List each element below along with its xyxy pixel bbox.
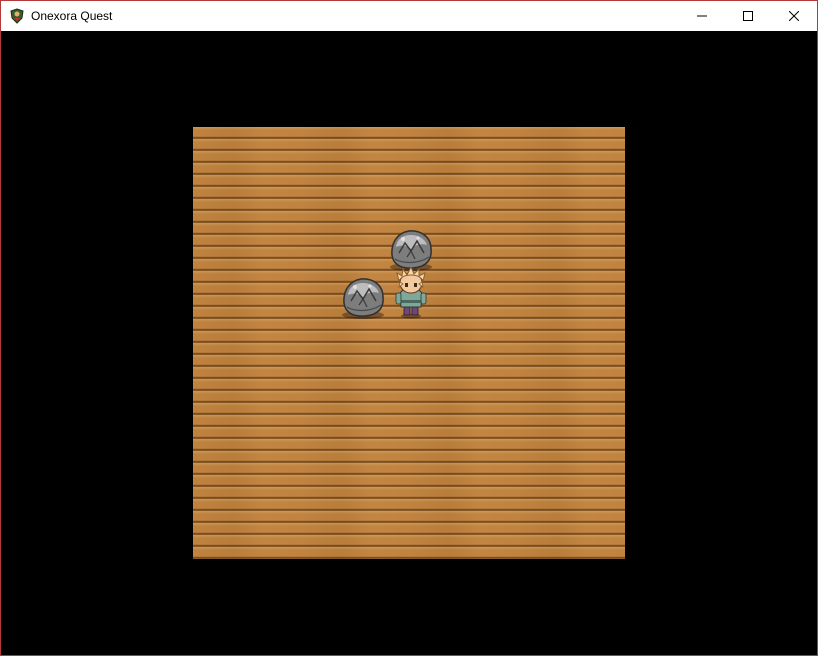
app-icon bbox=[9, 8, 25, 24]
close-button[interactable] bbox=[771, 1, 817, 31]
minimize-icon bbox=[697, 15, 707, 17]
boulder-icon[interactable] bbox=[339, 273, 387, 321]
minimize-button[interactable] bbox=[679, 1, 725, 31]
boulder-icon[interactable] bbox=[387, 225, 435, 273]
maximize-icon bbox=[743, 11, 753, 21]
game-window: Onexora Quest bbox=[0, 0, 818, 656]
wooden-floor bbox=[193, 127, 625, 559]
hero-sprite-icon[interactable] bbox=[387, 267, 435, 319]
maximize-button[interactable] bbox=[725, 1, 771, 31]
window-controls bbox=[679, 1, 817, 31]
window-title: Onexora Quest bbox=[31, 9, 113, 23]
close-icon bbox=[789, 11, 799, 21]
game-canvas[interactable] bbox=[1, 31, 817, 655]
title-bar[interactable]: Onexora Quest bbox=[1, 1, 817, 31]
